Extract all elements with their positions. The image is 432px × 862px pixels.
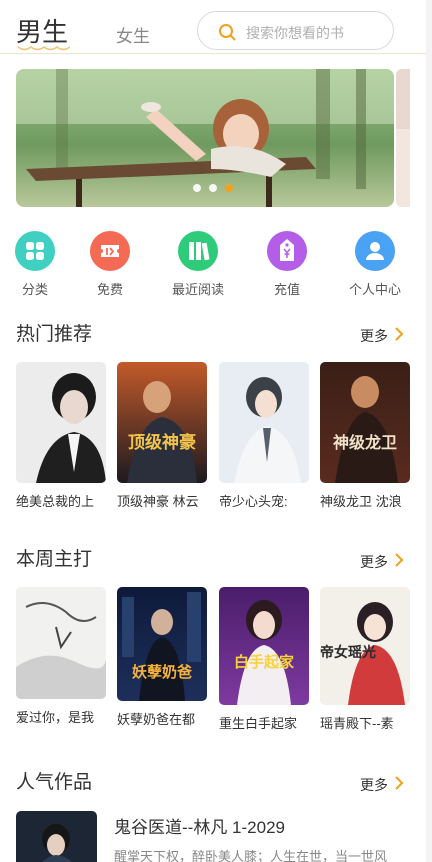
book-cover[interactable]: 帝女瑶光 [320,587,410,705]
yen-tag-icon [267,231,307,271]
quick-entry-label: 最近阅读 [171,282,224,297]
book-card[interactable]: 爱过你，是我 [16,587,106,726]
book-card[interactable]: 神级龙卫 神级龙卫 沈浪 [320,362,410,510]
chevron-right-icon[interactable] [393,326,405,342]
quick-entry-label: 分类 [21,282,48,297]
search-placeholder: 搜索你想看的书 [246,25,344,41]
section-title-hot: 热门推荐 [16,324,93,345]
banner-carousel[interactable] [16,69,394,207]
cover-title-art: 顶级神豪 [128,432,196,453]
book-cover[interactable]: 神级龙卫 [320,362,410,483]
top-header: 男生 女生 搜索你想看的书 [0,0,432,54]
tab-female[interactable]: 女生 [116,22,150,47]
chevron-right-icon[interactable] [393,552,405,568]
book-card[interactable]: 顶级神豪 顶级神豪 林云 [117,362,207,510]
book-title: 绝美总裁的上 [16,494,95,509]
page-edge [426,0,432,862]
book-title: 爱过你，是我 [16,710,95,725]
search-icon [219,24,236,41]
more-link-hot[interactable]: 更多 [360,326,388,346]
list-item-cover[interactable] [16,811,97,862]
list-item-description: 醒掌天下权，醉卧美人膝；人生在世，当一世风 [114,849,388,862]
book-card[interactable]: 白手起家 重生白手起家 [219,587,309,732]
book-title: 妖孽奶爸在都 [117,712,196,727]
book-title: 神级龙卫 沈浪 [320,494,402,509]
book-cover[interactable]: 顶级神豪 [117,362,207,483]
book-card[interactable]: 帝女瑶光 瑶青殿下--素 [320,587,410,732]
quick-entry-recharge[interactable]: 充值 [255,231,319,301]
book-card[interactable]: 绝美总裁的上 [16,362,106,510]
quick-entry-label: 充值 [273,282,300,297]
banner-next-peek[interactable] [396,69,410,207]
carousel-dot-active[interactable] [225,184,233,192]
book-cover[interactable]: 妖孽奶爸 [117,587,207,701]
quick-entry-label: 免费 [96,282,123,297]
chevron-right-icon[interactable] [393,775,405,791]
carousel-dots [16,69,394,207]
section-title-popular: 人气作品 [16,772,93,793]
books-icon [178,231,218,271]
cover-title-art: 白手起家 [234,653,294,671]
book-cover[interactable] [219,362,309,483]
book-title: 瑶青殿下--素 [320,716,394,731]
quick-entry-label: 个人中心 [348,282,401,297]
tab-male[interactable]: 男生 [16,12,68,49]
grid-icon [15,231,55,271]
carousel-dot[interactable] [209,184,217,192]
tab-active-indicator [18,46,70,51]
book-title: 帝少心头宠: [219,494,288,509]
quick-entry-recent[interactable]: 最近阅读 [166,231,230,301]
list-item-title[interactable]: 鬼谷医道--林凡 1-2029 [114,813,285,838]
section-title-weekly: 本周主打 [16,549,93,570]
carousel-dot[interactable] [193,184,201,192]
book-title: 顶级神豪 林云 [117,494,199,509]
user-icon [355,231,395,271]
free-ticket-icon [90,231,130,271]
more-link-weekly[interactable]: 更多 [360,552,388,572]
cover-title-art: 妖孽奶爸 [132,663,192,681]
book-cover[interactable] [16,587,106,699]
more-link-popular[interactable]: 更多 [360,775,388,795]
quick-entry-category[interactable]: 分类 [3,231,67,301]
quick-entry-free[interactable]: 免费 [78,231,142,301]
book-cover[interactable] [16,362,106,483]
cover-title-art: 帝女瑶光 [320,644,376,661]
cover-title-art: 神级龙卫 [333,433,397,452]
book-card[interactable]: 妖孽奶爸 妖孽奶爸在都 [117,587,207,728]
quick-entry-profile[interactable]: 个人中心 [343,231,407,301]
book-title: 重生白手起家 [219,716,298,731]
book-card[interactable]: 帝少心头宠: [219,362,309,510]
search-box[interactable]: 搜索你想看的书 [197,11,394,50]
book-cover[interactable]: 白手起家 [219,587,309,705]
